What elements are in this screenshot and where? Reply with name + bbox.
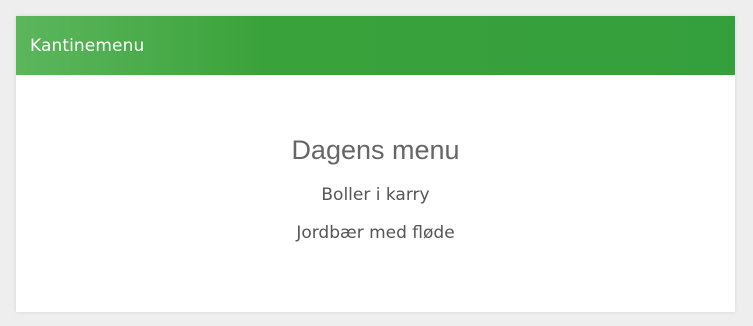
menu-item: Jordbær med fløde: [296, 223, 455, 243]
widget-title: Kantinemenu: [30, 35, 145, 56]
widget-body: Dagens menu Boller i karry Jordbær med f…: [16, 134, 735, 243]
menu-item: Boller i karry: [321, 185, 430, 205]
widget-header: Kantinemenu: [16, 16, 735, 75]
canteen-menu-widget: Kantinemenu Dagens menu Boller i karry J…: [16, 16, 735, 312]
menu-heading: Dagens menu: [291, 135, 460, 165]
